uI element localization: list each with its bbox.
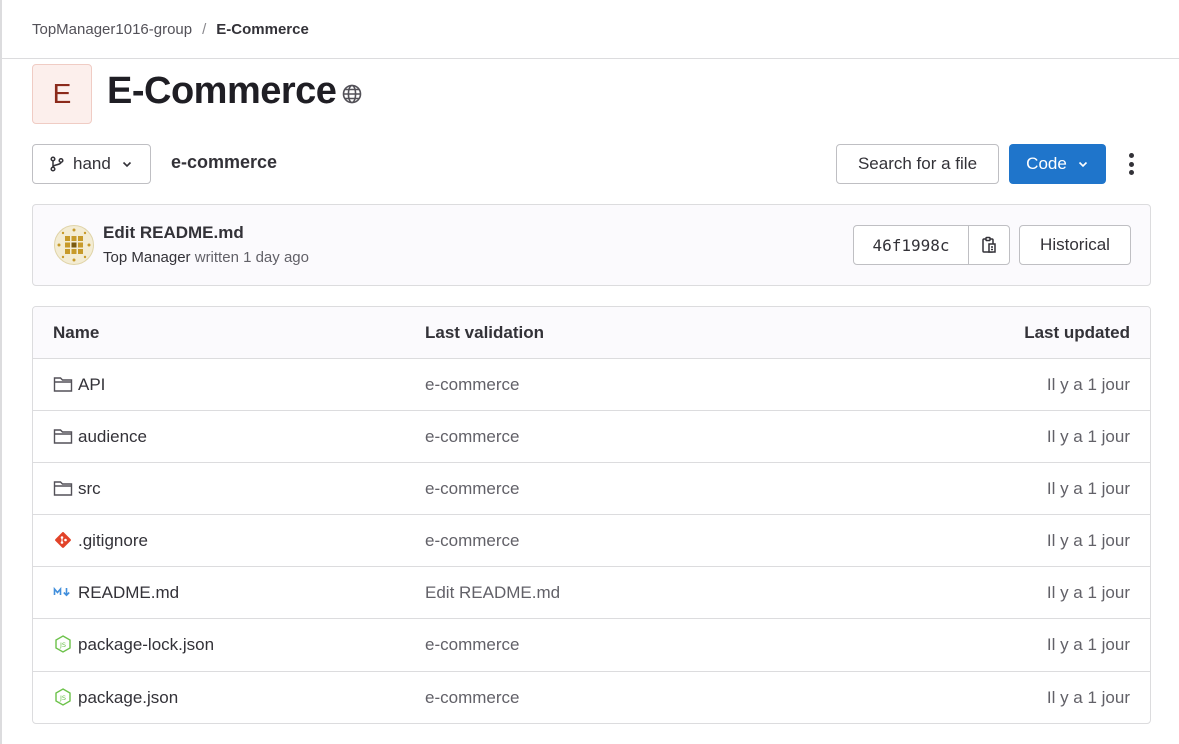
file-name-link[interactable]: API	[78, 375, 105, 395]
file-last-updated: Il y a 1 jour	[1046, 479, 1130, 499]
column-header-name: Name	[53, 323, 100, 342]
commit-sha[interactable]: 46f1998c	[854, 226, 969, 264]
table-row[interactable]: JS package-lock.json e-commerce Il y a 1…	[33, 619, 1150, 672]
file-name-link[interactable]: src	[78, 479, 101, 499]
file-name-link[interactable]: package.json	[78, 688, 178, 708]
table-row[interactable]: API e-commerce Il y a 1 jour	[33, 359, 1150, 412]
table-header: Name Last validation Last updated	[33, 307, 1150, 359]
chevron-down-icon	[1078, 161, 1087, 168]
breadcrumb-group-link[interactable]: TopManager1016-group	[32, 21, 192, 38]
branch-selector[interactable]: hand	[32, 144, 151, 184]
left-border	[0, 0, 2, 744]
file-last-updated: Il y a 1 jour	[1046, 531, 1130, 551]
file-last-updated: Il y a 1 jour	[1046, 687, 1130, 707]
nodejs-icon: JS	[55, 687, 71, 706]
file-name-link[interactable]: .gitignore	[78, 531, 148, 551]
file-name-link[interactable]: package-lock.json	[78, 635, 214, 655]
file-last-commit-link[interactable]: e-commerce	[425, 688, 519, 708]
user-avatar[interactable]	[54, 225, 94, 265]
breadcrumb-project-link[interactable]: E-Commerce	[216, 21, 309, 38]
page-title: E-Commerce	[107, 70, 337, 112]
table-row[interactable]: src e-commerce Il y a 1 jour	[33, 463, 1150, 516]
search-file-button[interactable]: Search for a file	[836, 144, 999, 184]
table-row[interactable]: audience e-commerce Il y a 1 jour	[33, 411, 1150, 464]
commit-time-text: written 1 day ago	[194, 249, 309, 266]
file-last-updated: Il y a 1 jour	[1046, 583, 1130, 603]
copy-icon	[982, 236, 996, 253]
markdown-icon	[53, 587, 70, 597]
history-button[interactable]: Historical	[1019, 225, 1131, 265]
file-last-commit-link[interactable]: e-commerce	[425, 427, 519, 447]
copy-sha-button[interactable]	[969, 226, 1009, 264]
file-last-commit-link[interactable]: e-commerce	[425, 479, 519, 499]
table-row[interactable]: .gitignore e-commerce Il y a 1 jour	[33, 515, 1150, 568]
file-tree-table: Name Last validation Last updated API e-…	[32, 306, 1151, 724]
commit-meta: Top Manager written 1 day ago	[103, 249, 309, 266]
commit-sha-group: 46f1998c	[853, 225, 1010, 265]
file-last-updated: Il y a 1 jour	[1046, 375, 1130, 394]
folder-icon	[53, 481, 73, 496]
file-last-updated: Il y a 1 jour	[1046, 635, 1130, 655]
project-avatar: E	[32, 64, 92, 124]
last-commit-panel: Edit README.md Top Manager written 1 day…	[32, 204, 1151, 286]
more-actions-icon[interactable]	[1120, 151, 1142, 177]
svg-text:JS: JS	[59, 641, 66, 649]
file-name-link[interactable]: README.md	[78, 583, 179, 603]
svg-text:JS: JS	[59, 694, 66, 702]
file-last-updated: Il y a 1 jour	[1046, 427, 1130, 447]
breadcrumb: TopManager1016-group / E-Commerce	[2, 0, 1179, 59]
file-last-commit-link[interactable]: e-commerce	[425, 531, 519, 551]
table-row[interactable]: README.md Edit README.md Il y a 1 jour	[33, 567, 1150, 620]
column-header-last-updated: Last updated	[1024, 323, 1130, 342]
branch-icon	[50, 156, 64, 172]
file-last-commit-link[interactable]: e-commerce	[425, 635, 519, 655]
globe-icon	[341, 83, 363, 105]
commit-title-link[interactable]: Edit README.md	[103, 223, 244, 243]
commit-author-link[interactable]: Top Manager	[103, 249, 191, 266]
code-button-label: Code	[1026, 154, 1067, 173]
file-last-commit-link[interactable]: Edit README.md	[425, 583, 560, 603]
project-avatar-letter: E	[52, 78, 72, 109]
chevron-down-icon	[122, 161, 131, 168]
nodejs-icon: JS	[55, 635, 71, 654]
folder-icon	[53, 377, 73, 392]
code-dropdown-button[interactable]: Code	[1009, 144, 1106, 184]
branch-name: hand	[73, 154, 111, 173]
file-last-commit-link[interactable]: e-commerce	[425, 375, 519, 395]
repository-path[interactable]: e-commerce	[171, 152, 277, 173]
table-row[interactable]: JS package.json e-commerce Il y a 1 jour	[33, 672, 1150, 723]
folder-icon	[53, 429, 73, 444]
breadcrumb-separator: /	[202, 20, 207, 38]
file-name-link[interactable]: audience	[78, 427, 147, 447]
column-header-last-commit: Last validation	[425, 323, 545, 342]
git-icon	[55, 532, 71, 549]
